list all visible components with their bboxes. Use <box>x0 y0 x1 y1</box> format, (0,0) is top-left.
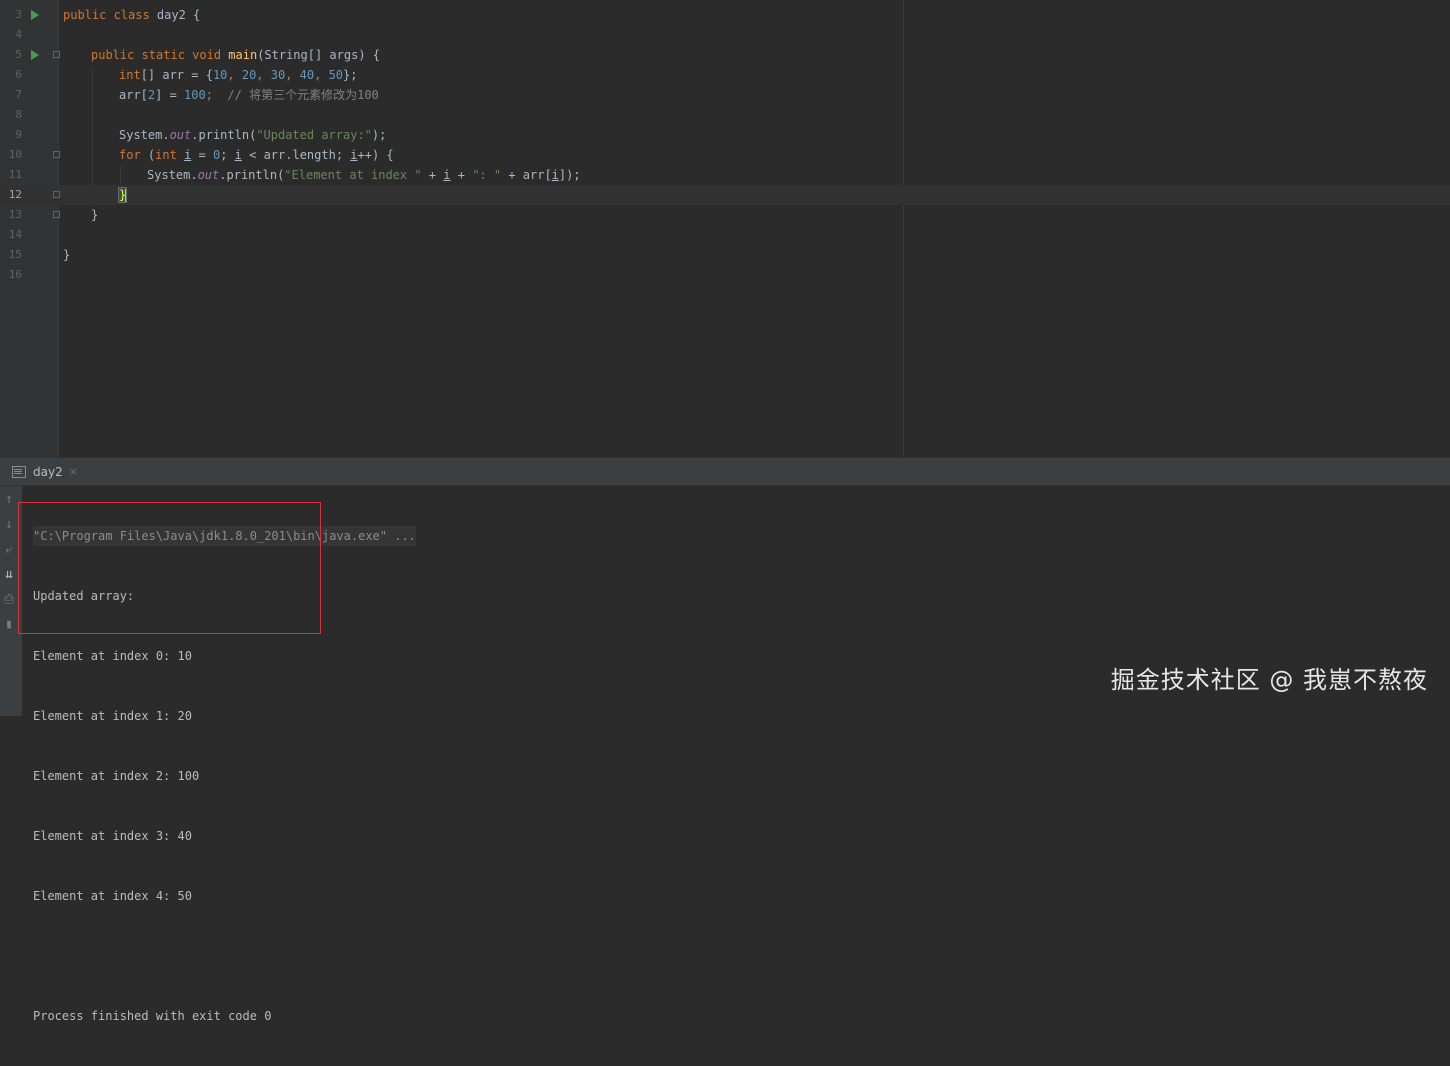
line-number: 12 <box>8 188 22 201</box>
line-number: 14 <box>8 228 22 241</box>
run-tool-header: day2 × <box>0 458 1450 486</box>
code-line: 13 } <box>0 205 1450 225</box>
console-line: Element at index 0: 10 <box>33 649 192 663</box>
code-line: 16 <box>0 265 1450 285</box>
text-caret <box>125 188 127 203</box>
code-line: 7 arr[2] = 100; // 将第三个元素修改为100 <box>0 85 1450 105</box>
fold-marker-icon[interactable] <box>53 211 60 218</box>
code-line: 14 <box>0 225 1450 245</box>
watermark: 掘金技术社区 @ 我崽不熬夜 <box>1110 666 1428 694</box>
code-line: 8 <box>0 105 1450 125</box>
code-text: public class day2 { <box>63 8 201 22</box>
line-number: 7 <box>15 88 22 101</box>
code-text: } <box>117 185 128 205</box>
run-main-icon[interactable] <box>31 50 39 60</box>
code-text: } <box>63 248 71 262</box>
line-number: 16 <box>8 268 22 281</box>
code-line: 9 System.out.println("Updated array:"); <box>0 125 1450 145</box>
soft-wrap-icon[interactable]: ⤶ <box>0 542 18 557</box>
console-line: Element at index 1: 20 <box>33 709 192 723</box>
close-tab-icon[interactable]: × <box>69 465 78 478</box>
code-line: 10 for (int i = 0; i < arr.length; i++) … <box>0 145 1450 165</box>
line-number: 11 <box>8 168 22 181</box>
print-icon[interactable]: ⎙ <box>0 592 18 607</box>
code-line: 3 public class day2 { <box>0 5 1450 25</box>
code-line: 6 int[] arr = {10, 20, 30, 40, 50}; <box>0 65 1450 85</box>
line-number: 6 <box>15 68 22 81</box>
line-number: 10 <box>8 148 22 161</box>
line-number: 4 <box>15 28 22 41</box>
line-number: 5 <box>15 48 22 61</box>
code-editor[interactable]: 3 public class day2 { 4 5 public static … <box>0 0 1450 457</box>
fold-marker-icon[interactable] <box>53 51 60 58</box>
code-line: 5 public static void main(String[] args)… <box>0 45 1450 65</box>
line-number: 8 <box>15 108 22 121</box>
code-line: 15 } <box>0 245 1450 265</box>
console-line: Element at index 3: 40 <box>33 829 192 843</box>
code-comment: // 将第三个元素修改为100 <box>227 88 379 102</box>
fold-marker-icon[interactable] <box>53 191 60 198</box>
run-tab-day2[interactable]: day2 × <box>12 458 78 485</box>
run-tab-label: day2 <box>33 464 63 479</box>
code-text: System.out.println("Updated array:"); <box>119 128 387 142</box>
line-number: 3 <box>15 8 22 21</box>
run-class-icon[interactable] <box>31 10 39 20</box>
console-exit-line: Process finished with exit code 0 <box>33 1009 272 1023</box>
scroll-to-end-icon[interactable]: ⇊ <box>0 567 18 582</box>
code-text: System.out.println("Element at index " +… <box>147 168 581 182</box>
scroll-down-icon[interactable]: ↓ <box>0 517 18 532</box>
output-highlight-box <box>18 502 321 634</box>
console-icon <box>12 465 26 478</box>
console-line: Element at index 2: 100 <box>33 769 200 783</box>
code-text: } <box>91 208 99 222</box>
console-line: Element at index 4: 50 <box>33 889 192 903</box>
line-number: 15 <box>8 248 22 261</box>
fold-marker-icon[interactable] <box>53 151 60 158</box>
clear-all-icon[interactable]: ▮ <box>0 617 18 632</box>
code-text: arr[2] = 100; // 将第三个元素修改为100 <box>119 88 379 102</box>
code-text: for (int i = 0; i < arr.length; i++) { <box>119 148 394 162</box>
code-line: 4 <box>0 25 1450 45</box>
code-text: public static void main(String[] args) { <box>91 48 381 62</box>
code-line: 11 System.out.println("Element at index … <box>0 165 1450 185</box>
scroll-up-icon[interactable]: ↑ <box>0 492 18 507</box>
line-number: 9 <box>15 128 22 141</box>
code-text: int[] arr = {10, 20, 30, 40, 50}; <box>119 68 358 82</box>
line-number: 13 <box>8 208 22 221</box>
code-line-current: 12 } <box>0 185 1450 205</box>
